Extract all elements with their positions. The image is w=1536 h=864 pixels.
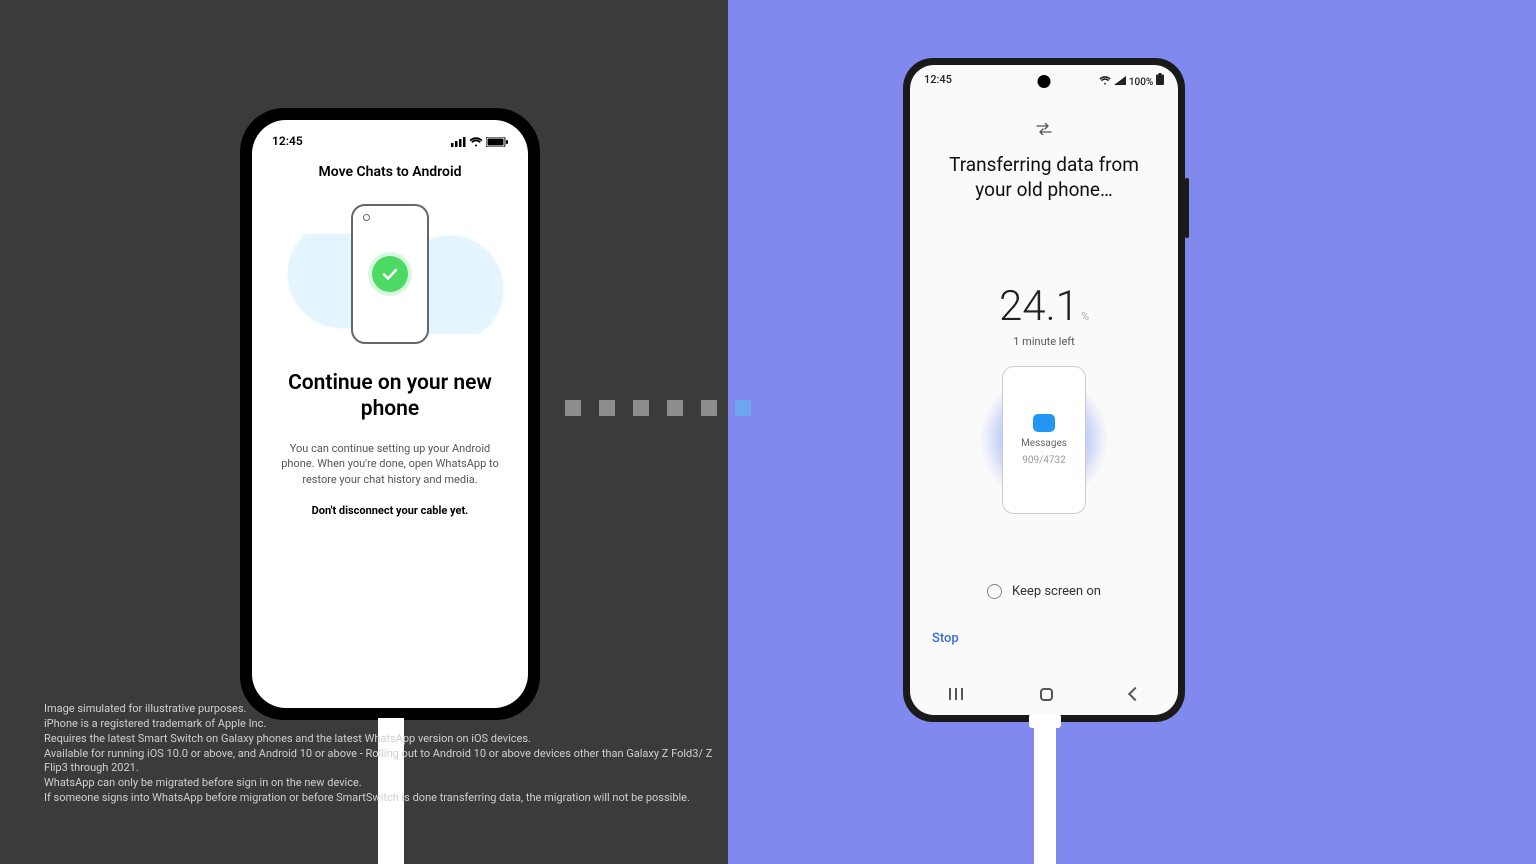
transfer-card-label: Messages <box>1021 438 1067 449</box>
android-nav-bar <box>910 673 1178 715</box>
checkmark-icon <box>372 256 408 292</box>
progress-block: 24.1% 1 minute left <box>910 282 1178 348</box>
nav-back-icon[interactable] <box>1127 687 1141 701</box>
transfer-dots <box>565 400 751 416</box>
camera-punch-hole <box>1038 75 1051 88</box>
messages-icon <box>1033 414 1055 432</box>
progress-unit: % <box>1081 310 1089 323</box>
ios-status-time: 12:45 <box>272 134 303 148</box>
samsung-frame: 12:45 100% Transferring data from your o… <box>903 58 1185 722</box>
disclaimer-block: Image simulated for illustrative purpose… <box>44 702 728 806</box>
swap-icon <box>910 120 1178 139</box>
ios-warning-text: Don't disconnect your cable yet. <box>266 504 514 517</box>
disclaimer-line: WhatsApp can only be migrated before sig… <box>44 776 728 791</box>
keep-screen-on-radio[interactable] <box>987 584 1002 599</box>
disclaimer-line: Available for running iOS 10.0 or above,… <box>44 747 728 777</box>
ios-heading: Continue on your new phone <box>266 370 514 423</box>
keep-screen-on-label: Keep screen on <box>1012 584 1101 599</box>
nav-home-icon[interactable] <box>1040 688 1053 701</box>
wifi-icon <box>1099 76 1111 85</box>
illustration <box>266 204 514 344</box>
wifi-icon <box>469 137 483 147</box>
iphone-frame: 12:45 Move Chats to Android Continue on … <box>240 108 540 720</box>
illustration-phone <box>351 204 429 344</box>
battery-percent: 100% <box>1129 77 1153 88</box>
samsung-screen: 12:45 100% Transferring data from your o… <box>910 65 1178 715</box>
iphone-screen: 12:45 Move Chats to Android Continue on … <box>252 120 528 708</box>
ios-screen-title: Move Chats to Android <box>266 164 514 180</box>
samsung-cable <box>1034 720 1056 864</box>
cellular-icon <box>451 137 466 147</box>
battery-icon <box>486 137 508 147</box>
progress-percent: 24.1 <box>999 282 1079 331</box>
ios-body-text: You can continue setting up your Android… <box>266 441 514 489</box>
dot <box>667 400 683 416</box>
stop-button[interactable]: Stop <box>910 613 981 664</box>
left-panel: 12:45 Move Chats to Android Continue on … <box>0 0 728 864</box>
dot <box>599 400 615 416</box>
transfer-card-area: Messages 909/4732 <box>910 366 1178 514</box>
progress-eta: 1 minute left <box>910 335 1178 348</box>
nav-recents-icon[interactable] <box>949 688 963 700</box>
disclaimer-line: iPhone is a registered trademark of Appl… <box>44 717 728 732</box>
transfer-card-count: 909/4732 <box>1022 455 1065 466</box>
dot <box>633 400 649 416</box>
disclaimer-line: Requires the latest Smart Switch on Gala… <box>44 732 728 747</box>
dot-active <box>735 400 751 416</box>
android-status-right: 100% <box>1099 73 1164 88</box>
android-title: Transferring data from your old phone… <box>938 153 1150 202</box>
ios-status-bar: 12:45 <box>266 134 514 154</box>
disclaimer-line: If someone signs into WhatsApp before mi… <box>44 791 728 806</box>
keep-screen-on-row[interactable]: Keep screen on <box>910 584 1178 599</box>
disclaimer-line: Image simulated for illustrative purpose… <box>44 702 728 717</box>
dot <box>565 400 581 416</box>
right-panel: 12:45 100% Transferring data from your o… <box>728 0 1536 864</box>
android-status-time: 12:45 <box>924 73 952 88</box>
transfer-card: Messages 909/4732 <box>1002 366 1086 514</box>
cellular-icon <box>1114 76 1126 85</box>
battery-icon <box>1156 73 1164 85</box>
ios-status-icons <box>451 134 508 148</box>
dot <box>701 400 717 416</box>
